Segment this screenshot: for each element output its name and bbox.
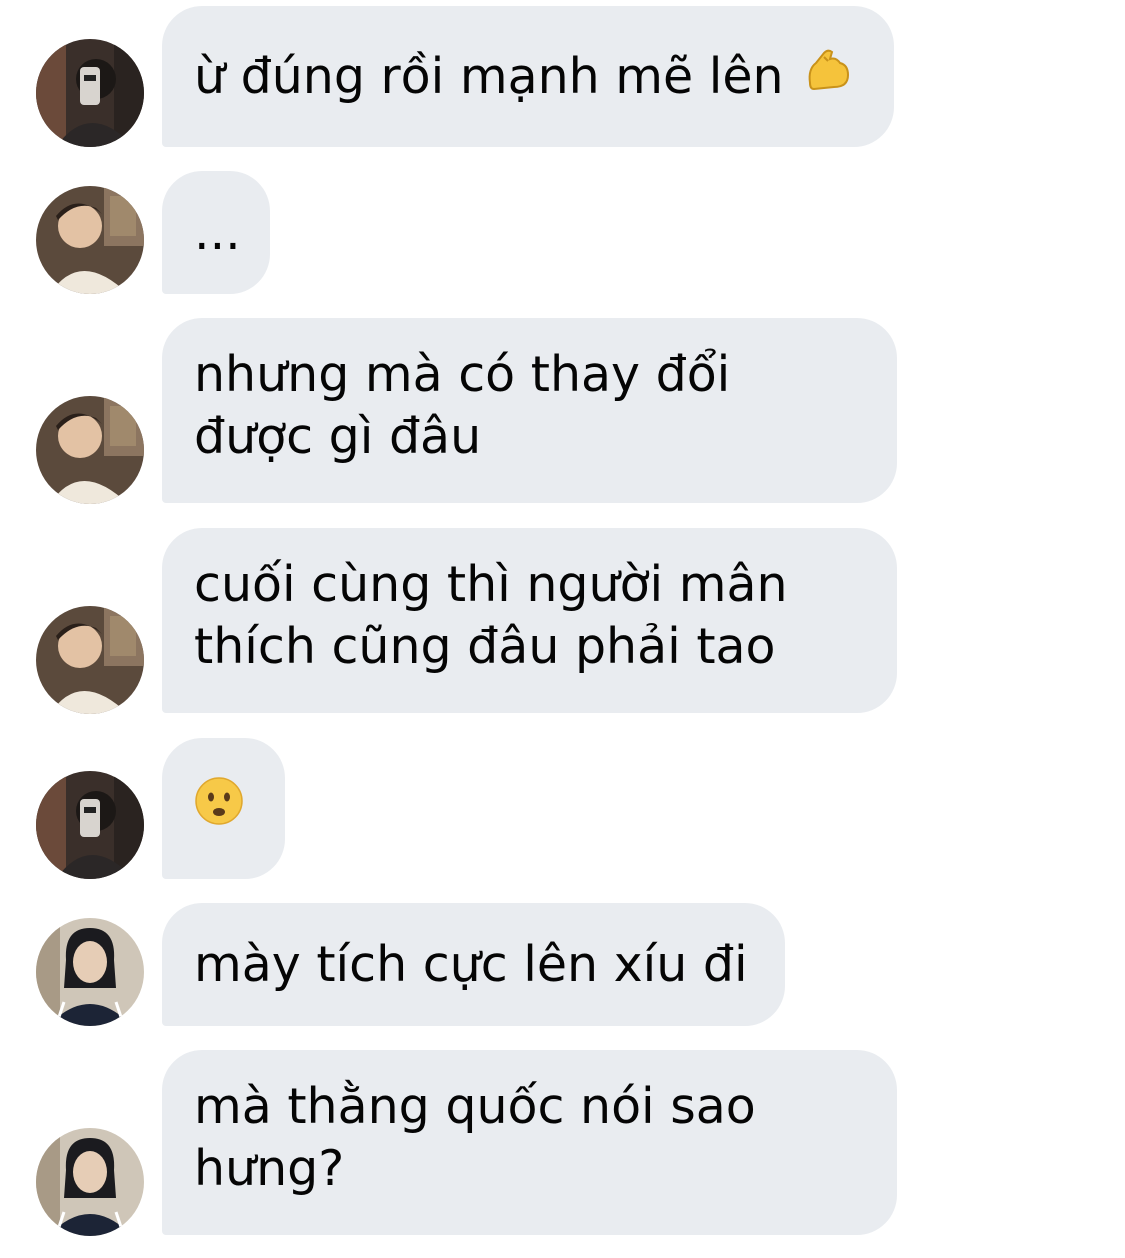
mirror-selfie-avatar[interactable] xyxy=(36,771,144,879)
message-text: nhưng mà có thay đổi xyxy=(194,346,731,403)
message-bubble[interactable]: ... xyxy=(162,171,270,294)
message-text: thích cũng đâu phải tao xyxy=(194,618,776,675)
frowning-face-icon xyxy=(194,776,244,841)
track-jacket-avatar[interactable] xyxy=(36,918,144,1026)
mirror-selfie-avatar[interactable] xyxy=(36,39,144,147)
message-bubble[interactable]: nhưng mà có thay đổi được gì đâu xyxy=(162,318,897,503)
message-text: mày tích cực lên xíu đi xyxy=(194,935,748,993)
winking-portrait-avatar[interactable] xyxy=(36,606,144,714)
message-text: ừ đúng rồi mạnh mẽ lên xyxy=(194,47,784,105)
flexed-biceps-icon xyxy=(802,43,854,110)
message-bubble[interactable]: mày tích cực lên xíu đi xyxy=(162,903,785,1026)
message-bubble[interactable] xyxy=(162,738,285,879)
winking-portrait-avatar[interactable] xyxy=(36,396,144,504)
message-text: hưng? xyxy=(194,1140,345,1197)
message-bubble[interactable]: mà thằng quốc nói sao hưng? xyxy=(162,1050,897,1235)
message-text: mà thằng quốc nói sao xyxy=(194,1078,756,1135)
message-text: cuối cùng thì người mân xyxy=(194,556,788,613)
track-jacket-avatar[interactable] xyxy=(36,1128,144,1236)
message-text: được gì đâu xyxy=(194,408,482,465)
winking-portrait-avatar[interactable] xyxy=(36,186,144,294)
message-bubble[interactable]: cuối cùng thì người mân thích cũng đâu p… xyxy=(162,528,897,713)
message-bubble[interactable]: ừ đúng rồi mạnh mẽ lên xyxy=(162,6,894,147)
message-text: ... xyxy=(194,203,241,261)
